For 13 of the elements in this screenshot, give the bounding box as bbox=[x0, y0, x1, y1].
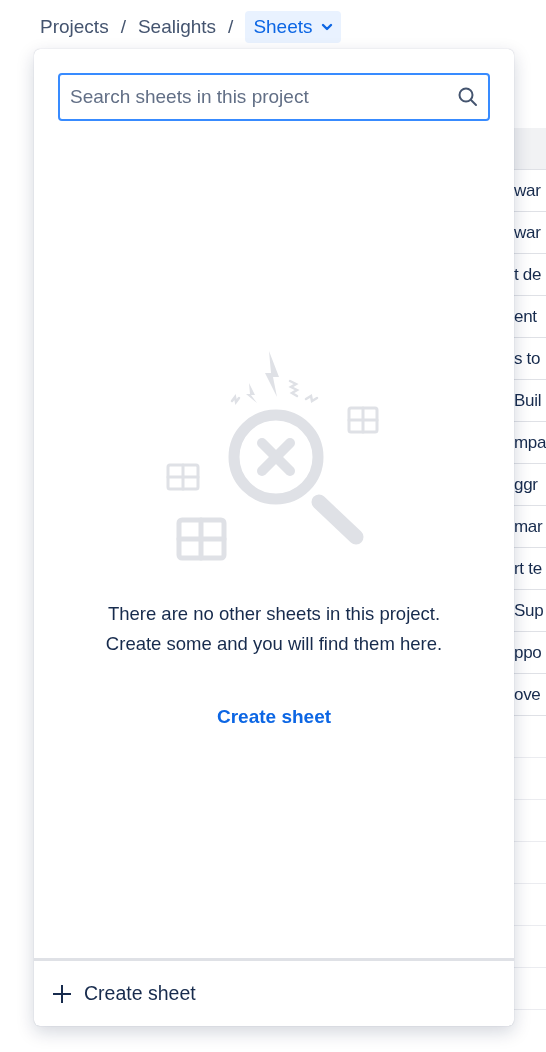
create-sheet-button[interactable]: Create sheet bbox=[52, 978, 196, 1009]
empty-state-message: Create some and you will find them here. bbox=[105, 632, 443, 656]
breadcrumb-link[interactable]: Sealights bbox=[137, 12, 217, 42]
create-sheet-link[interactable]: Create sheet bbox=[216, 703, 332, 732]
breadcrumb-separator: / bbox=[228, 14, 234, 39]
empty-state-message: There are no other sheets in this project. bbox=[106, 602, 442, 626]
chevron-down-icon bbox=[320, 23, 333, 31]
breadcrumb-link[interactable]: Projects bbox=[40, 12, 109, 42]
search-field[interactable]: Search sheets in this project bbox=[58, 73, 490, 121]
plus-icon bbox=[52, 983, 72, 1004]
breadcrumb-dropdown[interactable]: Sheets bbox=[245, 10, 341, 44]
search-icon bbox=[457, 86, 479, 108]
breadcrumb-separator: / bbox=[120, 14, 126, 39]
